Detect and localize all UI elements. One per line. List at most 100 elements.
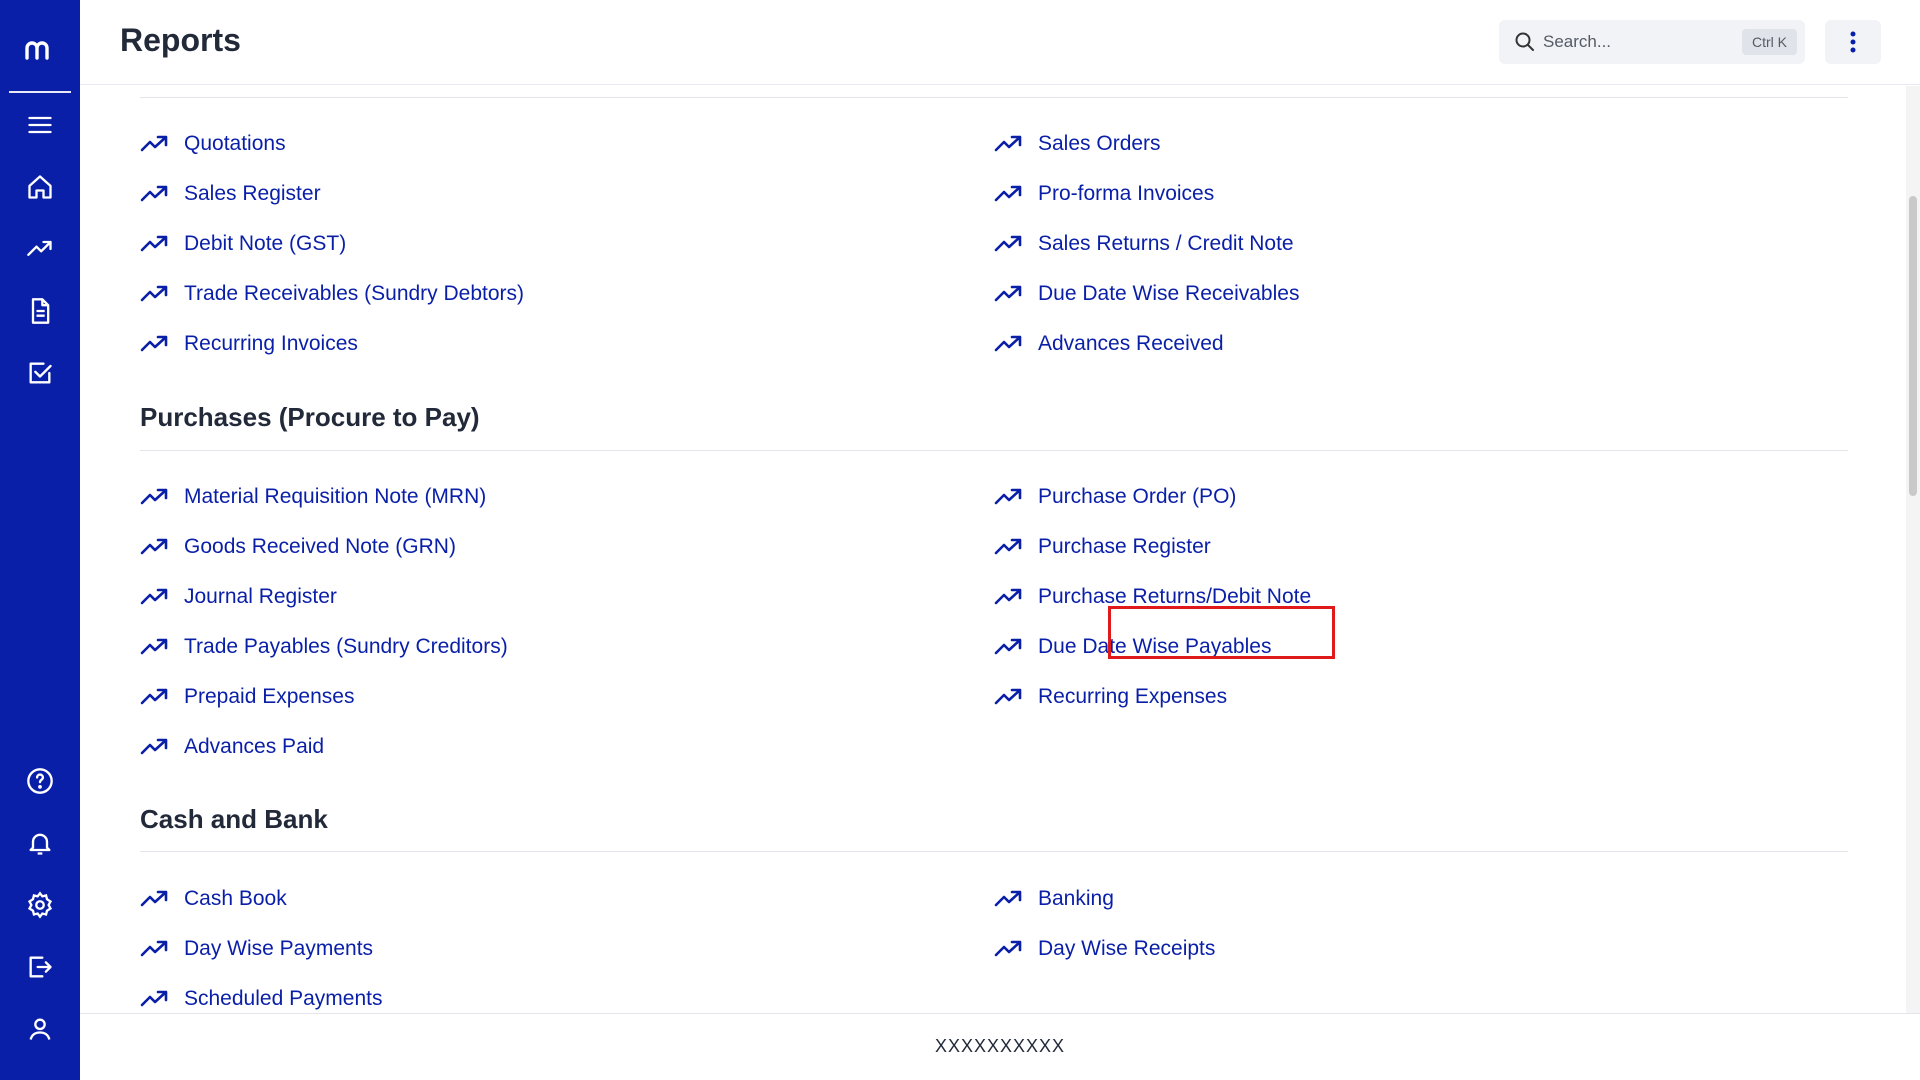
trending-up-icon [140, 285, 168, 302]
report-link-label: Quotations [184, 132, 286, 155]
trending-up-icon [140, 738, 168, 755]
trending-up-icon [140, 638, 168, 655]
header: Reports Ctrl K [80, 0, 1920, 85]
report-link-label: Cash Book [184, 887, 287, 910]
trending-up-icon [140, 588, 168, 605]
scrollbar[interactable] [1906, 86, 1920, 1013]
trending-up-icon [140, 135, 168, 152]
search-shortcut-badge: Ctrl K [1742, 29, 1797, 55]
document-icon[interactable] [15, 286, 65, 336]
report-link-trade-receivables-sundry-debtors[interactable]: Trade Receivables (Sundry Debtors) [140, 277, 524, 311]
report-link-quotations[interactable]: Quotations [140, 127, 286, 161]
sidebar [0, 0, 80, 1080]
trending-up-icon [994, 185, 1022, 202]
reports-content: Quotations Sales Register Debit Note (GST)… [80, 86, 1906, 1013]
report-link-material-requisition-note-mrn[interactable]: Material Requisition Note (MRN) [140, 480, 486, 514]
report-link-banking[interactable]: Banking [994, 882, 1114, 916]
report-link-label: Pro-forma Invoices [1038, 182, 1215, 205]
footer-text: XXXXXXXXXX [934, 1036, 1066, 1056]
report-link-label: Sales Register [184, 182, 321, 205]
logout-icon[interactable] [15, 942, 65, 992]
report-link-purchase-register[interactable]: Purchase Register [994, 530, 1211, 564]
report-link-label: Recurring Invoices [184, 332, 358, 355]
section-title-purchases: Purchases (Procure to Pay) [140, 402, 480, 432]
report-link-label: Trade Receivables (Sundry Debtors) [184, 282, 525, 305]
trending-up-icon [994, 688, 1022, 705]
page-title: Reports [120, 22, 241, 58]
report-link-advances-received[interactable]: Advances Received [994, 327, 1224, 361]
gear-icon[interactable] [15, 880, 65, 930]
checkbox-icon[interactable] [15, 348, 65, 398]
kebab-menu-icon[interactable] [1825, 20, 1881, 64]
report-link-sales-orders[interactable]: Sales Orders [994, 127, 1161, 161]
report-link-day-wise-receipts[interactable]: Day Wise Receipts [994, 932, 1215, 966]
trending-up-icon [994, 940, 1022, 957]
trending-up-icon [994, 890, 1022, 907]
report-link-label: Trade Payables (Sundry Creditors) [184, 635, 508, 658]
trending-up-icon [994, 638, 1022, 655]
trending-up-icon [140, 990, 168, 1007]
report-link-label: Day Wise Payments [184, 937, 374, 960]
report-link-label: Material Requisition Note (MRN) [184, 485, 487, 508]
trending-up-icon [140, 890, 168, 907]
trending-up-icon [994, 538, 1022, 555]
report-link-label: Sales Returns / Credit Note [1038, 232, 1294, 255]
search-input[interactable] [1543, 28, 1733, 56]
report-link-label: Debit Note (GST) [184, 232, 347, 255]
bell-icon[interactable] [15, 818, 65, 868]
report-link-recurring-expenses[interactable]: Recurring Expenses [994, 680, 1227, 714]
trending-up-icon [140, 488, 168, 505]
report-link-label: Journal Register [184, 585, 337, 608]
trending-up-icon[interactable] [15, 224, 65, 274]
home-icon[interactable] [15, 162, 65, 212]
report-link-label: Scheduled Payments [184, 987, 383, 1010]
report-link-label: Banking [1038, 887, 1114, 910]
scrollbar-thumb[interactable] [1909, 196, 1917, 496]
report-link-debit-note-gst[interactable]: Debit Note (GST) [140, 227, 346, 261]
section-divider [140, 450, 1848, 451]
report-link-sales-register[interactable]: Sales Register [140, 177, 321, 211]
report-link-label: Recurring Expenses [1038, 685, 1228, 708]
trending-up-icon [140, 335, 168, 352]
report-link-prepaid-expenses[interactable]: Prepaid Expenses [140, 680, 354, 714]
report-link-purchase-order-po[interactable]: Purchase Order (PO) [994, 480, 1236, 514]
trending-up-icon [994, 588, 1022, 605]
user-icon[interactable] [15, 1004, 65, 1054]
trending-up-icon [140, 235, 168, 252]
m-logo-icon[interactable] [0, 22, 80, 78]
trending-up-icon [140, 538, 168, 555]
trending-up-icon [140, 688, 168, 705]
section-divider [140, 851, 1848, 852]
report-link-label: Goods Received Note (GRN) [184, 535, 456, 558]
report-link-label: Prepaid Expenses [184, 685, 355, 708]
report-link-label: Due Date Wise Receivables [1038, 282, 1300, 305]
report-link-advances-paid[interactable]: Advances Paid [140, 730, 324, 764]
report-link-sales-returns-credit-note[interactable]: Sales Returns / Credit Note [994, 227, 1294, 261]
report-link-label: Advances Paid [184, 735, 325, 758]
report-link-pro-forma-invoices[interactable]: Pro-forma Invoices [994, 177, 1214, 211]
report-link-recurring-invoices[interactable]: Recurring Invoices [140, 327, 358, 361]
report-link-journal-register[interactable]: Journal Register [140, 580, 337, 614]
sidebar-divider [9, 91, 71, 93]
report-link-goods-received-note-grn[interactable]: Goods Received Note (GRN) [140, 530, 456, 564]
highlight-box [1108, 606, 1335, 659]
report-link-cash-book[interactable]: Cash Book [140, 882, 287, 916]
trending-up-icon [994, 335, 1022, 352]
report-link-scheduled-payments[interactable]: Scheduled Payments [140, 982, 382, 1013]
report-link-label: Purchase Register [1038, 535, 1211, 558]
trending-up-icon [994, 135, 1022, 152]
search-box[interactable]: Ctrl K [1499, 20, 1805, 64]
report-link-trade-payables-sundry-creditors[interactable]: Trade Payables (Sundry Creditors) [140, 630, 508, 664]
report-link-label: Purchase Order (PO) [1038, 485, 1237, 508]
report-link-label: Sales Orders [1038, 132, 1161, 155]
report-link-label: Advances Received [1038, 332, 1224, 355]
footer: XXXXXXXXXX [80, 1013, 1920, 1080]
trending-up-icon [140, 185, 168, 202]
trending-up-icon [994, 488, 1022, 505]
section-divider [140, 97, 1848, 98]
help-icon[interactable] [15, 756, 65, 806]
report-link-day-wise-payments[interactable]: Day Wise Payments [140, 932, 373, 966]
trending-up-icon [994, 235, 1022, 252]
report-link-due-date-wise-receivables[interactable]: Due Date Wise Receivables [994, 277, 1299, 311]
menu-icon[interactable] [15, 100, 65, 150]
